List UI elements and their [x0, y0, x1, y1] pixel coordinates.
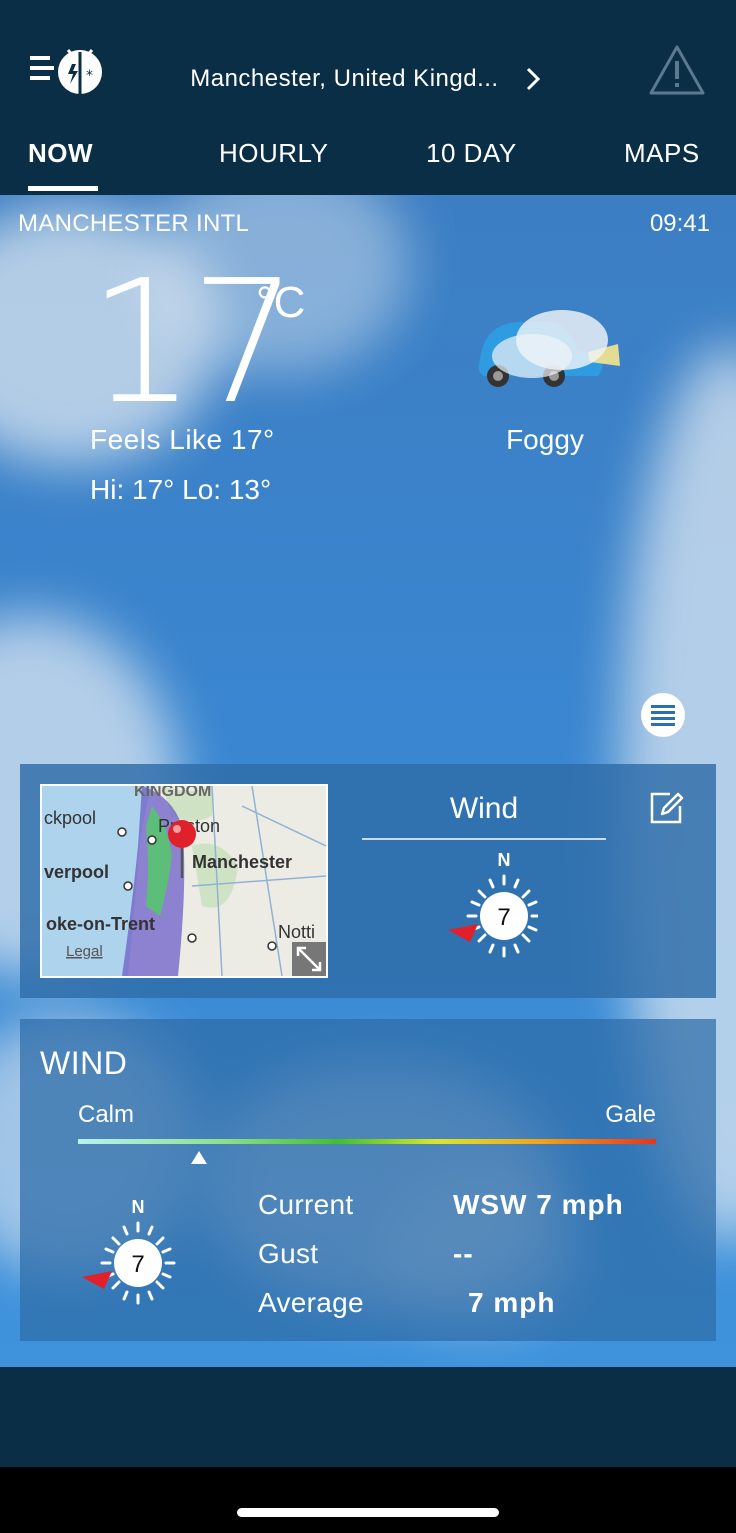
scale-max-label: Gale — [605, 1101, 656, 1128]
tab-bar: NOW HOURLY 10 DAY MAPS — [0, 132, 736, 192]
tab-now[interactable]: NOW — [28, 138, 93, 169]
app-header: * Manchester, United Kingd... NOW HOURLY… — [0, 0, 736, 195]
station-name: MANCHESTER INTL — [18, 210, 250, 237]
home-indicator[interactable] — [237, 1508, 499, 1517]
alert-triangle-icon[interactable] — [648, 44, 706, 96]
hi-lo-temperature: Hi: 17° Lo: 13° — [90, 474, 272, 505]
expand-icon[interactable] — [292, 942, 326, 976]
compass-north-label: N — [498, 852, 511, 870]
tab-hourly[interactable]: HOURLY — [219, 138, 328, 169]
map-label-manchester: Manchester — [192, 852, 292, 872]
list-icon[interactable] — [640, 692, 686, 738]
map-label-nottingham: Notti — [278, 922, 315, 942]
average-wind-label: Average — [258, 1287, 364, 1318]
location-label: Manchester, United Kingd... — [190, 64, 499, 92]
bottom-bar — [0, 1367, 736, 1467]
active-tab-indicator — [28, 186, 98, 191]
tab-maps[interactable]: MAPS — [624, 138, 700, 169]
map-label-blackpool: ckpool — [44, 808, 96, 828]
current-wind-label: Current — [258, 1189, 354, 1220]
feels-like: Feels Like 17° — [90, 424, 275, 455]
summary-card: KINGDOM ckpool Preston Manchester verpoo… — [20, 764, 716, 998]
gust-value: -- — [453, 1238, 474, 1269]
map-legal-link[interactable]: Legal — [66, 943, 103, 960]
radar-map[interactable]: KINGDOM ckpool Preston Manchester verpoo… — [40, 784, 328, 978]
compass-speed: 7 — [131, 1251, 144, 1278]
wind-compass: N 7 — [448, 852, 538, 958]
map-label-liverpool: verpool — [44, 862, 109, 882]
tab-10-day[interactable]: 10 DAY — [426, 138, 517, 169]
edit-icon[interactable] — [648, 790, 684, 826]
chevron-right-icon — [526, 67, 540, 90]
scale-min-label: Calm — [78, 1101, 135, 1128]
map-label-region: KINGDOM — [134, 786, 211, 800]
wind-card-title: WIND — [40, 1045, 128, 1081]
fog-car-icon — [478, 310, 620, 387]
wind-widget-title: Wind — [449, 792, 519, 825]
home-indicator-area — [0, 1467, 736, 1533]
wind-card: WIND Calm Gale N 7 Current WSW 7 mph Gus… — [20, 1019, 716, 1341]
observation-time: 09:41 — [649, 210, 710, 237]
gust-label: Gust — [258, 1238, 319, 1269]
current-wind-value: WSW 7 mph — [453, 1189, 624, 1220]
compass-north-label: N — [132, 1197, 145, 1217]
wind-scale-marker — [191, 1151, 208, 1164]
map-label-stoke: oke-on-Trent — [46, 914, 155, 934]
wind-compass: N 7 — [82, 1197, 176, 1305]
divider — [362, 838, 606, 840]
wind-scale-bar — [78, 1139, 656, 1144]
compass-speed: 7 — [497, 904, 510, 931]
temperature-unit: °C — [256, 278, 306, 327]
location-selector[interactable]: Manchester, United Kingd... — [0, 64, 736, 93]
condition-label: Foggy — [506, 424, 584, 455]
average-wind-value: 7 mph — [468, 1287, 556, 1318]
